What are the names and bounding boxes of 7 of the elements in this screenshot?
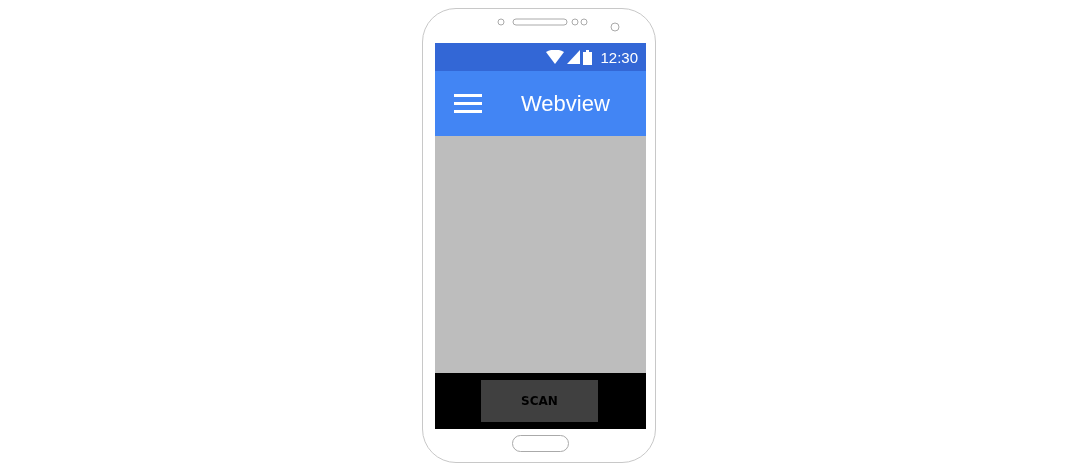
battery-icon: [583, 49, 593, 65]
scan-button[interactable]: SCAN: [481, 380, 598, 422]
app-title: Webview: [521, 90, 610, 117]
wifi-icon: [546, 50, 565, 64]
menu-icon[interactable]: [454, 93, 482, 114]
status-time: 12:30: [600, 48, 638, 66]
signal-icon: [567, 50, 581, 64]
